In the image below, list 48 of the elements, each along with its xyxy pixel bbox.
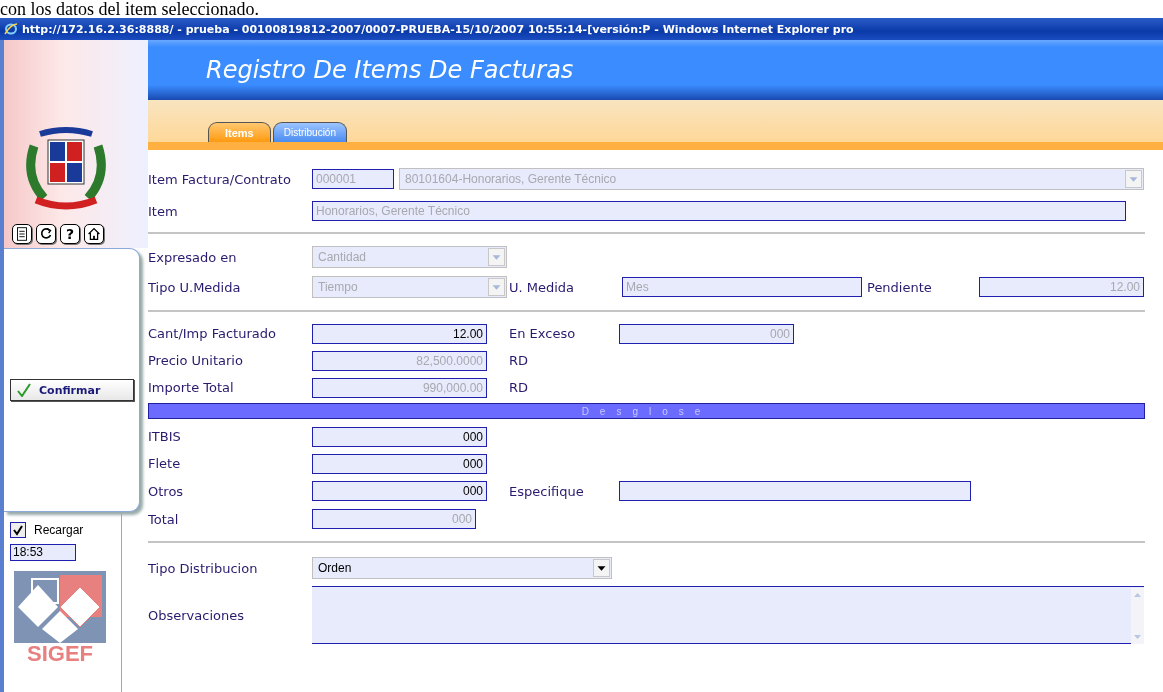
window-title: http://172.16.2.36:8888/ - prueba - 00100819812-2007/0007-PRUEBA-15/10/2007 10:55:14-[versión:P - Windows Internet Explorer pro: [22, 22, 854, 36]
text-field[interactable]: 000: [312, 426, 487, 447]
field-label: Observaciones: [148, 607, 245, 623]
field-label: Total: [148, 511, 180, 527]
field-label: Otros: [148, 483, 185, 499]
browser-icon: [4, 22, 18, 36]
field-label: En Exceso: [509, 326, 577, 341]
check-icon: [17, 383, 31, 397]
caption-text: con los datos del item seleccionado.: [0, 0, 260, 18]
field-label: Pendiente: [867, 279, 933, 295]
caret-icon: [593, 559, 610, 577]
confirm-button[interactable]: Confirmar: [10, 379, 134, 401]
caret-icon: [488, 248, 505, 266]
document-icon[interactable]: [12, 224, 32, 244]
section-band: Desglose: [148, 403, 1145, 419]
text-field[interactable]: 000: [312, 481, 487, 501]
reload-label: Recargar: [34, 523, 84, 537]
help-icon[interactable]: ?: [60, 224, 80, 244]
caret-icon: [488, 278, 505, 296]
reload-checkbox[interactable]: [10, 522, 26, 538]
dropdown[interactable]: Orden: [312, 557, 612, 579]
text-field[interactable]: 12.00: [312, 323, 487, 344]
caret-icon: [1125, 170, 1142, 188]
field-label: Especifique: [509, 483, 585, 499]
field-label: Importe Total: [148, 380, 235, 395]
field-label: RD: [509, 353, 530, 368]
refresh-icon[interactable]: [36, 224, 56, 244]
page-title: Registro De Items De Facturas: [206, 56, 574, 84]
field-label: Item Factura/Contrato: [148, 171, 292, 187]
field-label: Item: [148, 203, 179, 219]
time-field: 18:53: [10, 544, 76, 561]
field-label: ITBIS: [148, 429, 182, 444]
tab[interactable]: Distribución: [272, 122, 347, 142]
logo-text: SIGEF: [27, 643, 93, 665]
field-label: Tipo U.Medida: [148, 279, 242, 295]
field-label: Tipo Distribucion: [148, 560, 259, 576]
home-icon[interactable]: [84, 224, 104, 244]
field-label: RD: [509, 380, 530, 395]
tab[interactable]: Items: [208, 122, 271, 142]
field-label: Expresado en: [148, 249, 238, 265]
field-label: Precio Unitario: [148, 353, 244, 368]
field-label: U. Medida: [509, 279, 576, 295]
field-label: Flete: [148, 456, 182, 471]
field-label: Cant/Imp Facturado: [148, 326, 277, 341]
text-field[interactable]: 000: [312, 453, 487, 474]
logo-icon: [14, 571, 106, 643]
text-field[interactable]: [619, 481, 971, 501]
text-area[interactable]: [312, 586, 1144, 644]
